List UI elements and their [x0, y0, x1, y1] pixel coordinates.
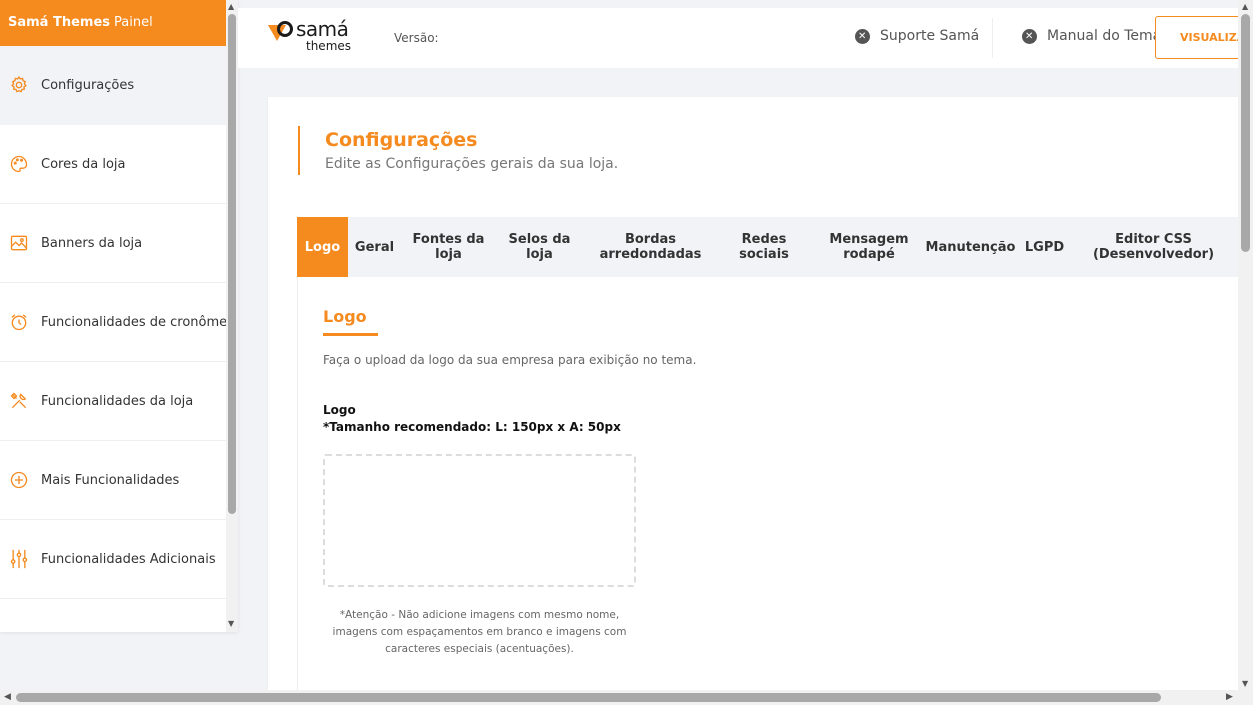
tab-label: Redes — [741, 232, 787, 247]
scroll-up-icon[interactable]: ▲ — [1242, 2, 1248, 11]
lifebuoy-icon — [1022, 28, 1037, 44]
sidebar-scroll-thumb[interactable] — [228, 14, 236, 514]
sidebar-item-configuracoes[interactable]: Configurações — [0, 46, 226, 125]
sidebar-item-mais-funcionalidades[interactable]: Mais Funcionalidades — [0, 441, 226, 520]
tab-manutencao[interactable]: Manutenção — [925, 217, 1016, 277]
tab-label: (Desenvolvedor) — [1092, 247, 1215, 262]
tab-label: Manutenção — [925, 239, 1016, 255]
manual-link[interactable]: Manual do Tema — [1022, 28, 1161, 44]
tab-editor-css[interactable]: Editor CSS (Desenvolvedor) — [1076, 217, 1231, 277]
page-vertical-scrollbar[interactable]: ▲ ▼ — [1238, 0, 1253, 690]
sidebar-item-cores[interactable]: Cores da loja — [0, 125, 226, 204]
lifebuoy-icon — [855, 28, 870, 44]
logo-panel: Logo Faça o upload da logo da sua empres… — [297, 277, 1238, 697]
scroll-right-icon[interactable]: ▶ — [1226, 692, 1233, 702]
tab-label: loja — [435, 247, 462, 262]
field-label: Logo — [323, 403, 356, 417]
gear-icon — [8, 74, 30, 96]
sidebar-item-funcionalidades-loja[interactable]: Funcionalidades da loja — [0, 362, 226, 441]
image-icon — [8, 232, 30, 254]
manual-link-label: Manual do Tema — [1047, 28, 1162, 44]
support-link[interactable]: Suporte Samá — [855, 28, 979, 44]
preview-button[interactable]: VISUALIZAR — [1155, 16, 1245, 59]
tab-bordas[interactable]: Bordas arredondadas — [583, 217, 718, 277]
version-label: Versão: — [394, 31, 439, 45]
tab-redes-sociais[interactable]: Redes sociais — [718, 217, 810, 277]
brand-name: Samá Themes — [8, 15, 111, 30]
sidebar-item-label: Configurações — [41, 77, 135, 93]
scroll-down-icon[interactable]: ▼ — [1242, 679, 1248, 688]
tab-label: Geral — [354, 239, 395, 255]
tools-icon — [8, 390, 30, 412]
brand-suffix: Painel — [114, 15, 153, 30]
logo-field-label: Logo *Tamanho recomendado: L: 150px x A:… — [323, 402, 621, 436]
tab-label: Mensagem — [829, 232, 909, 247]
divider — [992, 18, 993, 58]
sidebar-item-banners[interactable]: Banners da loja — [0, 204, 226, 283]
sidebar-item-label: Funcionalidades da loja — [41, 393, 194, 409]
logo-word-1: samá — [296, 17, 349, 41]
vertical-scroll-thumb[interactable] — [1241, 14, 1250, 252]
alarm-clock-icon — [8, 311, 30, 333]
tab-selos[interactable]: Selos da loja — [496, 217, 583, 277]
tab-label: rodapé — [843, 247, 895, 262]
section-underline — [323, 333, 378, 336]
logo-word-2: themes — [306, 39, 352, 53]
sidebar-item-label: Mais Funcionalidades — [41, 472, 180, 488]
top-bar: samá themes Versão: Suporte Samá Manual … — [238, 8, 1245, 68]
tab-label: loja — [526, 247, 553, 262]
tab-bar: Logo Geral Fontes da loja Selos da loja Bo… — [297, 217, 1238, 277]
tab-label: Logo — [304, 239, 341, 255]
page-subtitle: Edite as Configurações gerais da sua loj… — [325, 156, 619, 172]
sidebar: Samá Themes Painel Configurações Cores da… — [0, 0, 238, 632]
section-title: Logo — [323, 307, 367, 326]
upload-warning: *Atenção - Não adicione imagens com mesm… — [332, 609, 627, 655]
logo-circle — [277, 21, 293, 37]
sidebar-item-label: Cores da loja — [41, 156, 126, 172]
tab-label: arredondadas — [599, 247, 702, 262]
tab-geral[interactable]: Geral — [348, 217, 401, 277]
tab-logo[interactable]: Logo — [297, 217, 348, 277]
sidebar-item-funcionalidades-adicionais[interactable]: Funcionalidades Adicionais — [0, 520, 226, 599]
sidebar-item-cronometro[interactable]: Funcionalidades de cronômetro — [0, 283, 226, 362]
scroll-left-icon[interactable]: ◀ — [4, 692, 11, 702]
tab-label: LGPD — [1024, 239, 1065, 255]
logo-upload-dropzone[interactable] — [323, 454, 636, 587]
tab-label: Fontes da — [412, 232, 485, 247]
palette-icon — [8, 153, 30, 175]
tab-label: Selos da — [508, 232, 571, 247]
page-title: Configurações — [325, 129, 478, 151]
tab-label: sociais — [739, 247, 789, 262]
sidebar-item-label: Funcionalidades Adicionais — [41, 551, 216, 567]
tab-fontes[interactable]: Fontes da loja — [401, 217, 496, 277]
page-header: Configurações Edite as Configurações ger… — [298, 126, 618, 175]
settings-card: Configurações Edite as Configurações ger… — [268, 97, 1238, 697]
scroll-up-icon[interactable]: ▲ — [228, 2, 234, 11]
tab-lgpd[interactable]: LGPD — [1013, 217, 1076, 277]
support-link-label: Suporte Samá — [880, 28, 980, 44]
sidebar-item-label: Banners da loja — [41, 235, 143, 251]
tab-label: Editor CSS — [1115, 232, 1192, 247]
sliders-icon — [8, 548, 30, 570]
plus-circle-icon — [8, 469, 30, 491]
sidebar-scrollbar[interactable]: ▲ ▼ — [226, 0, 238, 632]
tab-mensagem-rodape[interactable]: Mensagem rodapé — [810, 217, 928, 277]
tab-label: Bordas — [624, 232, 677, 247]
sidebar-header: Samá Themes Painel — [0, 0, 238, 46]
sidebar-item-label: Funcionalidades de cronômetro — [41, 314, 226, 330]
field-hint: *Tamanho recomendado: L: 150px x A: 50px — [323, 420, 621, 434]
horizontal-scroll-thumb[interactable] — [16, 693, 1161, 702]
page-horizontal-scrollbar[interactable]: ◀ ▶ — [0, 690, 1253, 705]
sama-logo[interactable]: samá themes — [268, 17, 358, 57]
scroll-down-icon[interactable]: ▼ — [228, 619, 234, 628]
section-description: Faça o upload da logo da sua empresa par… — [323, 353, 697, 367]
